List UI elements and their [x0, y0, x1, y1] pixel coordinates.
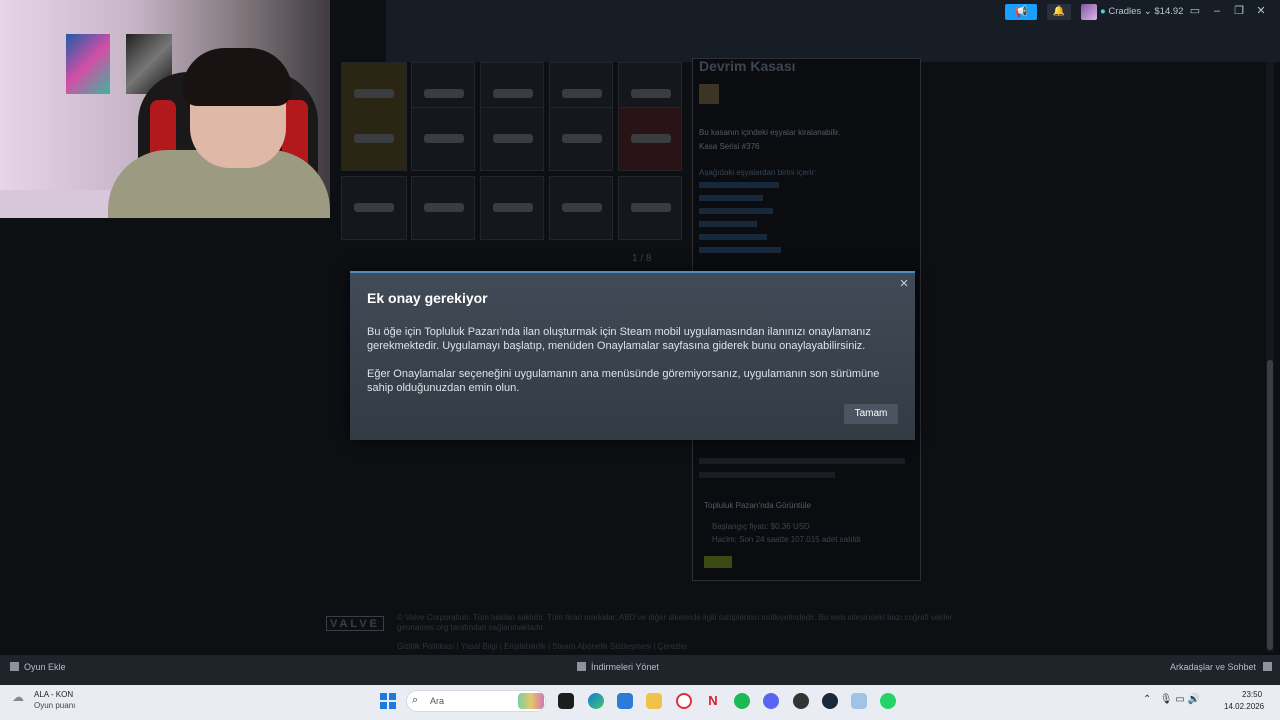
- footer-legal-text: © Valve Corporation. Tüm hakları saklıdı…: [397, 613, 953, 632]
- app-icon[interactable]: [851, 693, 867, 709]
- dialog-title: Ek onay gerekiyor: [367, 290, 488, 306]
- grid-pager[interactable]: 1 / 8: [632, 253, 651, 264]
- bell-icon: 🔔: [1052, 6, 1066, 17]
- spotify-icon[interactable]: [734, 693, 750, 709]
- weather-icon[interactable]: ☁: [12, 690, 28, 706]
- tags-line: [699, 458, 905, 464]
- chevron-up-icon[interactable]: ⌃: [1143, 694, 1151, 705]
- start-button[interactable]: [380, 693, 396, 709]
- valve-logo: VALVE: [326, 616, 384, 631]
- case-description: Bu kasanın içindeki eşyalar kiralanabili…: [699, 128, 841, 137]
- app-icon[interactable]: [793, 693, 809, 709]
- volume-icon[interactable]: 🔊: [1187, 694, 1199, 705]
- downloads-button[interactable]: İndirmeleri Yönet: [577, 662, 659, 672]
- item-tile[interactable]: [411, 176, 475, 240]
- microphone-icon[interactable]: 🎙: [1160, 694, 1173, 705]
- monitor-icon[interactable]: ▭: [1184, 4, 1206, 17]
- search-highlight-icon[interactable]: [518, 693, 544, 709]
- contained-item-link[interactable]: [699, 221, 757, 227]
- megaphone-icon: 📢: [1014, 6, 1028, 18]
- friends-label: Arkadaşlar ve Sohbet: [1170, 662, 1257, 672]
- system-tray[interactable]: ⌃ 🎙 ▭ 🔊: [1143, 694, 1200, 705]
- webcam-overlay: [0, 0, 330, 218]
- mail-icon[interactable]: [617, 693, 633, 709]
- item-tile[interactable]: [411, 107, 475, 171]
- clock-time[interactable]: 23:50: [1242, 690, 1262, 699]
- opera-icon[interactable]: [676, 693, 692, 709]
- plus-icon: [10, 662, 19, 671]
- contained-item-link[interactable]: [699, 182, 779, 188]
- window-controls: ▭ – ❐ ✕: [1184, 4, 1280, 20]
- contained-item-link[interactable]: [699, 195, 763, 201]
- dialog-message: Bu öğe için Topluluk Pazarı'nda ilan olu…: [367, 326, 871, 352]
- item-tile[interactable]: [549, 107, 613, 171]
- edge-icon[interactable]: [588, 693, 604, 709]
- contained-item-link[interactable]: [699, 208, 773, 214]
- contained-item-link[interactable]: [699, 247, 781, 253]
- contained-item-link[interactable]: [699, 234, 767, 240]
- netflix-icon[interactable]: N: [705, 693, 721, 709]
- widget-subtitle[interactable]: Oyun puanı: [34, 701, 75, 710]
- item-tile[interactable]: [618, 176, 682, 240]
- item-tile[interactable]: [341, 107, 407, 171]
- item-tile[interactable]: [341, 176, 407, 240]
- case-icon: [699, 84, 719, 104]
- dialog-message: Eğer Onaylamalar seçeneğini uygulamanın …: [367, 368, 880, 394]
- sell-button[interactable]: [704, 556, 732, 568]
- task-view-icon[interactable]: [558, 693, 574, 709]
- footer-links[interactable]: Gizlilik Politikası | Yasal Bilgi | Eriş…: [397, 642, 688, 651]
- maximize-button[interactable]: ❐: [1228, 4, 1250, 17]
- folder-icon[interactable]: [646, 693, 662, 709]
- friends-icon: [1262, 662, 1272, 671]
- widget-title[interactable]: ALA - KON: [34, 690, 73, 699]
- streamer-hair: [182, 48, 292, 106]
- contains-heading: Aşağıdaki eşyalardan birini içerir:: [699, 168, 817, 177]
- item-tile[interactable]: [480, 107, 544, 171]
- item-tile[interactable]: [549, 176, 613, 240]
- tags-line: [699, 472, 835, 478]
- discord-icon[interactable]: [763, 693, 779, 709]
- download-icon: [577, 662, 586, 671]
- bed-image: [0, 190, 110, 218]
- close-icon[interactable]: ×: [896, 276, 912, 292]
- windows-taskbar: [0, 685, 1280, 720]
- search-icon: ⌕: [412, 694, 419, 706]
- add-game-label: Oyun Ekle: [24, 662, 66, 672]
- avatar[interactable]: [1081, 4, 1097, 20]
- search-placeholder: Ara: [430, 696, 445, 706]
- market-view-link[interactable]: Topluluk Pazarı'nda Görüntüle: [704, 501, 811, 510]
- poster-image: [66, 34, 110, 94]
- friends-chat-button[interactable]: Arkadaşlar ve Sohbet: [1170, 662, 1272, 672]
- network-icon[interactable]: ▭: [1175, 694, 1184, 705]
- volume-info: Hacim: Son 24 saatte 107.015 adet satıld…: [712, 535, 861, 544]
- clock-date[interactable]: 14.02.2026: [1224, 702, 1264, 711]
- case-series: Kasa Serisi #376: [699, 142, 760, 151]
- user-name: Cradles: [1108, 6, 1142, 17]
- case-items-grid: [341, 62, 686, 244]
- online-status-icon: ●: [1100, 6, 1106, 17]
- whatsapp-icon[interactable]: [880, 693, 896, 709]
- scrollbar-thumb[interactable]: [1267, 360, 1273, 650]
- notifications-button[interactable]: 🔔: [1047, 4, 1071, 20]
- starting-price: Başlangıç fiyatı: $0.36 USD: [712, 522, 810, 531]
- downloads-label: İndirmeleri Yönet: [591, 662, 659, 672]
- close-window-button[interactable]: ✕: [1250, 4, 1272, 17]
- add-game-button[interactable]: Oyun Ekle: [10, 662, 66, 672]
- item-tile[interactable]: [618, 107, 682, 171]
- wallet-balance: $14.92: [1154, 6, 1184, 17]
- case-title: Devrim Kasası: [699, 58, 796, 74]
- account-menu[interactable]: ● Cradles ⌄ $14.92: [1100, 5, 1183, 21]
- minimize-button[interactable]: –: [1206, 5, 1228, 17]
- steam-icon[interactable]: [822, 693, 838, 709]
- announcements-button[interactable]: 📢: [1005, 4, 1037, 20]
- chevron-down-icon: ⌄: [1143, 6, 1152, 17]
- item-tile[interactable]: [480, 176, 544, 240]
- ok-button[interactable]: Tamam: [844, 404, 898, 424]
